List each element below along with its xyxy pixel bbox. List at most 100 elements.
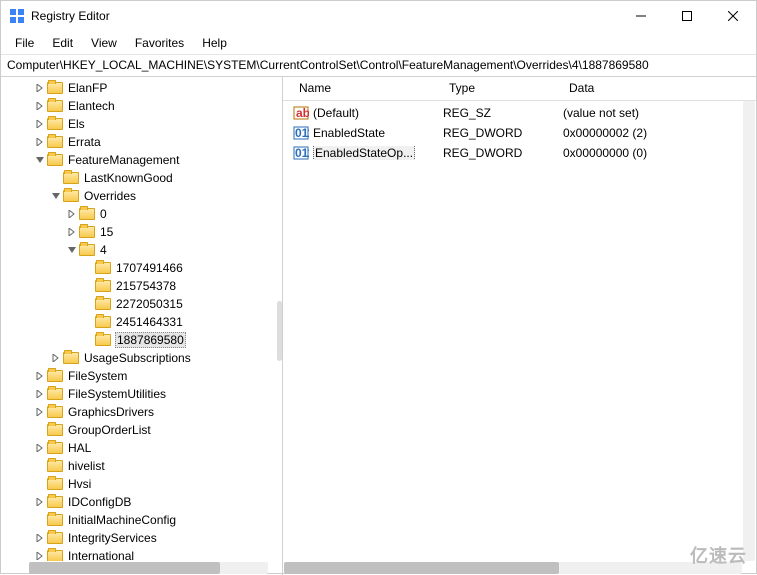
chevron-down-icon[interactable]	[33, 153, 47, 167]
tree-node[interactable]: 1887869580	[1, 331, 282, 349]
folder-icon	[47, 388, 63, 400]
chevron-right-icon[interactable]	[33, 549, 47, 561]
close-button[interactable]	[710, 1, 756, 31]
tree-node[interactable]: Overrides	[1, 187, 282, 205]
tree-node-label: GraphicsDrivers	[67, 405, 155, 419]
tree-node[interactable]: IDConfigDB	[1, 493, 282, 511]
menu-file[interactable]: File	[7, 33, 42, 53]
tree-node-label: GroupOrderList	[67, 423, 152, 437]
column-data[interactable]: Data	[553, 77, 756, 100]
chevron-right-icon[interactable]	[65, 225, 79, 239]
chevron-right-icon[interactable]	[33, 387, 47, 401]
chevron-right-icon[interactable]	[33, 495, 47, 509]
value-type: REG_DWORD	[443, 146, 563, 160]
folder-icon	[63, 172, 79, 184]
tree-node[interactable]: GraphicsDrivers	[1, 403, 282, 421]
folder-icon	[47, 370, 63, 382]
content-area: ElanFPElantech Els Errata FeatureManagement…	[1, 77, 756, 575]
tree-node[interactable]: 1707491466	[1, 259, 282, 277]
tree-node[interactable]: UsageSubscriptions	[1, 349, 282, 367]
chevron-right-icon[interactable]	[33, 405, 47, 419]
column-type[interactable]: Type	[433, 77, 553, 100]
tree-node[interactable]: GroupOrderList	[1, 421, 282, 439]
tree-node[interactable]: hivelist	[1, 457, 282, 475]
folder-icon	[47, 532, 63, 544]
tree-node[interactable]: LastKnownGood	[1, 169, 282, 187]
folder-icon	[47, 100, 63, 112]
menu-help[interactable]: Help	[194, 33, 235, 53]
tree-node[interactable]: 4	[1, 241, 282, 259]
tree-node[interactable]: FileSystemUtilities	[1, 385, 282, 403]
chevron-right-icon[interactable]	[33, 81, 47, 95]
tree-node[interactable]: Elantech	[1, 97, 282, 115]
folder-icon	[47, 496, 63, 508]
tree-node[interactable]: InitialMachineConfig	[1, 511, 282, 529]
svg-text:ab: ab	[296, 106, 309, 120]
list-vertical-scrollbar[interactable]	[743, 101, 755, 561]
tree-node[interactable]: IntegrityServices	[1, 529, 282, 547]
value-type: REG_SZ	[443, 106, 563, 120]
menu-favorites[interactable]: Favorites	[127, 33, 192, 53]
expander-none	[81, 261, 95, 275]
folder-icon	[79, 208, 95, 220]
tree-node[interactable]: ElanFP	[1, 79, 282, 97]
column-name[interactable]: Name	[283, 77, 433, 100]
folder-icon	[47, 406, 63, 418]
tree-node-label: 0	[99, 207, 108, 221]
tree-node[interactable]: International	[1, 547, 282, 561]
chevron-right-icon[interactable]	[49, 351, 63, 365]
tree-node[interactable]: Hvsi	[1, 475, 282, 493]
value-name: EnabledStateOp...	[313, 146, 443, 160]
list-horizontal-scrollbar[interactable]	[284, 562, 742, 574]
chevron-right-icon[interactable]	[33, 369, 47, 383]
maximize-button[interactable]	[664, 1, 710, 31]
chevron-down-icon[interactable]	[49, 189, 63, 203]
tree-node-label: FeatureManagement	[67, 153, 180, 167]
value-row[interactable]: 011EnabledStateOp...REG_DWORD0x00000000 …	[283, 143, 756, 163]
chevron-right-icon[interactable]	[33, 531, 47, 545]
tree-node-label: International	[67, 549, 135, 561]
tree-node[interactable]: 2272050315	[1, 295, 282, 313]
tree-node-label: Overrides	[83, 189, 137, 203]
tree-node-label: IntegrityServices	[67, 531, 158, 545]
folder-icon	[95, 316, 111, 328]
tree-view[interactable]: ElanFPElantech Els Errata FeatureManagement…	[1, 77, 282, 561]
tree-node[interactable]: FileSystem	[1, 367, 282, 385]
chevron-right-icon[interactable]	[33, 441, 47, 455]
chevron-right-icon[interactable]	[33, 135, 47, 149]
tree-node[interactable]: 0	[1, 205, 282, 223]
split-handle[interactable]	[277, 301, 282, 361]
tree-node[interactable]: FeatureManagement	[1, 151, 282, 169]
menu-view[interactable]: View	[83, 33, 125, 53]
chevron-right-icon[interactable]	[65, 207, 79, 221]
menu-edit[interactable]: Edit	[44, 33, 81, 53]
folder-icon	[79, 226, 95, 238]
tree-node-label: FileSystem	[67, 369, 128, 383]
tree-node[interactable]: 15	[1, 223, 282, 241]
tree-node-label: HAL	[67, 441, 92, 455]
folder-icon	[63, 190, 79, 202]
value-row[interactable]: ab(Default)REG_SZ(value not set)	[283, 103, 756, 123]
tree-node[interactable]: HAL	[1, 439, 282, 457]
folder-icon	[95, 334, 111, 346]
tree-node-label: Els	[67, 117, 86, 131]
address-bar[interactable]: Computer\HKEY_LOCAL_MACHINE\SYSTEM\Curre…	[1, 55, 756, 77]
tree-node-label: LastKnownGood	[83, 171, 174, 185]
chevron-right-icon[interactable]	[33, 99, 47, 113]
value-name: (Default)	[313, 106, 443, 120]
svg-text:011: 011	[295, 146, 309, 160]
minimize-button[interactable]	[618, 1, 664, 31]
tree-node[interactable]: 215754378	[1, 277, 282, 295]
tree-node[interactable]: Errata	[1, 133, 282, 151]
tree-node[interactable]: 2451464331	[1, 313, 282, 331]
tree-node-label: Hvsi	[67, 477, 92, 491]
value-row[interactable]: 011EnabledStateREG_DWORD0x00000002 (2)	[283, 123, 756, 143]
chevron-right-icon[interactable]	[33, 117, 47, 131]
tree-node-label: 2451464331	[115, 315, 184, 329]
chevron-down-icon[interactable]	[65, 243, 79, 257]
tree-node[interactable]: Els	[1, 115, 282, 133]
app-icon	[9, 8, 25, 24]
folder-icon	[47, 154, 63, 166]
tree-horizontal-scrollbar[interactable]	[29, 562, 268, 574]
folder-icon	[47, 82, 63, 94]
